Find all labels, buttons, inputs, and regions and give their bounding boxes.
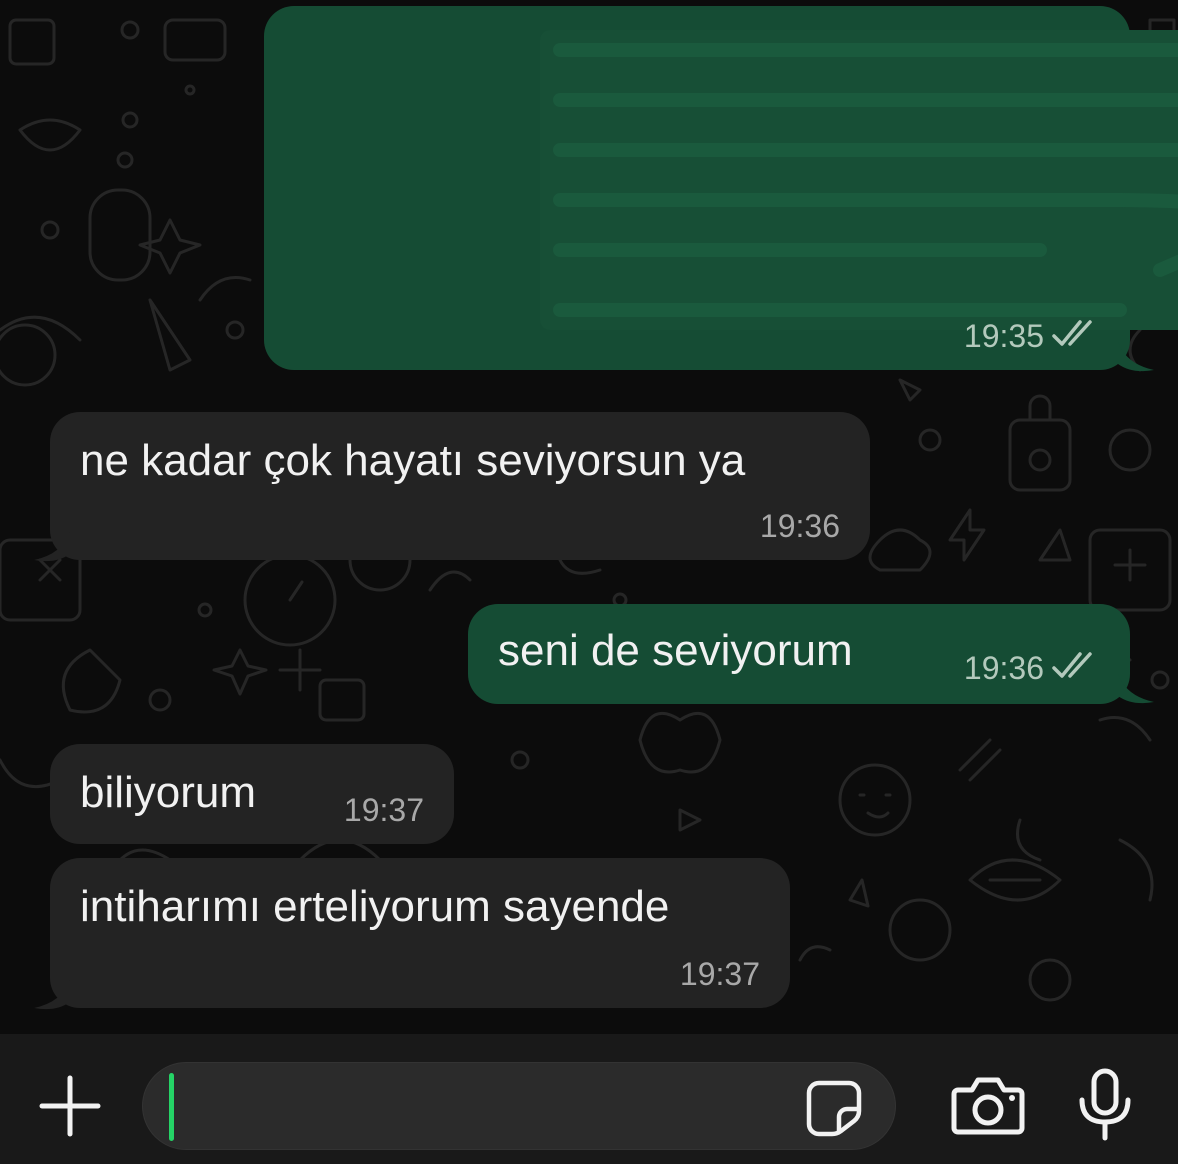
message-text: seni de seviyorum bbox=[498, 626, 853, 675]
microphone-icon[interactable] bbox=[1076, 1068, 1134, 1142]
redacted-content bbox=[540, 30, 1178, 330]
message-input[interactable] bbox=[183, 1063, 807, 1151]
chat-area[interactable]: 19:35 ne kadar çok hayatı seviyorsun ya … bbox=[0, 0, 1178, 1034]
message-time: 19:37 bbox=[343, 792, 424, 828]
message-incoming[interactable]: ne kadar çok hayatı seviyorsun ya 19:36 bbox=[50, 412, 870, 560]
sticker-icon[interactable] bbox=[803, 1077, 865, 1139]
bubble-tail bbox=[34, 532, 70, 562]
message-incoming[interactable]: biliyorum 19:37 bbox=[50, 744, 454, 844]
message-outgoing[interactable]: seni de seviyorum 19:36 bbox=[468, 604, 1130, 704]
message-incoming[interactable]: intiharımı erteliyorum sayende 19:37 bbox=[50, 858, 790, 1008]
bubble-tail bbox=[34, 980, 70, 1010]
message-text: intiharımı erteliyorum sayende bbox=[80, 882, 670, 931]
plus-icon[interactable] bbox=[36, 1072, 104, 1140]
message-text: ne kadar çok hayatı seviyorsun ya bbox=[80, 436, 746, 485]
message-outgoing-media[interactable]: 19:35 bbox=[264, 6, 1178, 370]
message-text: biliyorum bbox=[80, 768, 257, 817]
text-cursor bbox=[169, 1073, 174, 1141]
bubble-tail bbox=[1118, 674, 1154, 704]
message-time: 19:37 bbox=[679, 956, 760, 992]
camera-icon[interactable] bbox=[950, 1074, 1026, 1138]
read-ticks-icon bbox=[1052, 320, 1092, 346]
message-time: 19:36 bbox=[963, 650, 1044, 686]
read-ticks-icon bbox=[1052, 652, 1092, 678]
message-time: 19:35 bbox=[963, 318, 1044, 354]
message-time: 19:36 bbox=[759, 508, 840, 544]
bubble-tail bbox=[1118, 342, 1154, 372]
message-input-field[interactable] bbox=[142, 1062, 896, 1151]
